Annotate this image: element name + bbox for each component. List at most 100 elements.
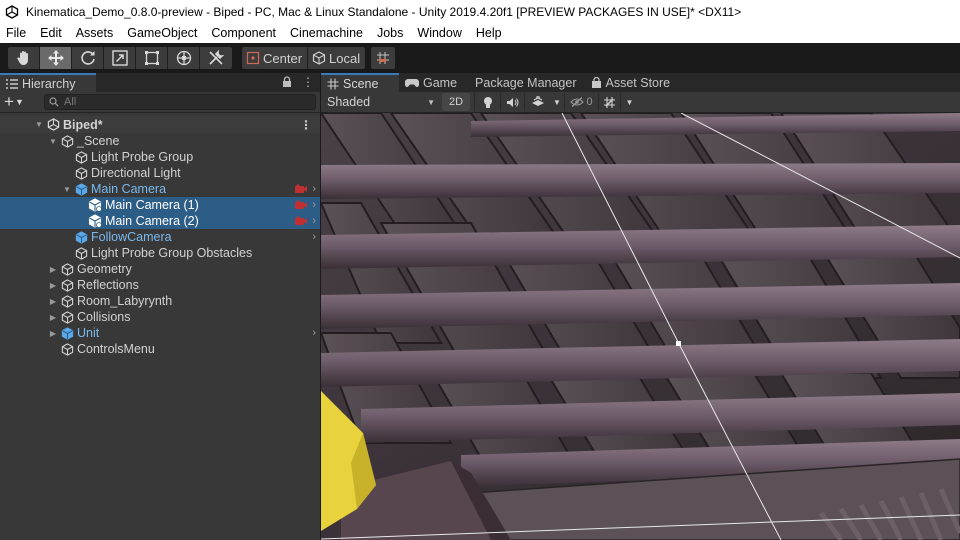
hierarchy-row-room-labyrynth[interactable]: ▶ Room_Labyrynth bbox=[0, 293, 320, 309]
menu-assets[interactable]: Assets bbox=[69, 23, 121, 43]
hierarchy-search-input[interactable]: All bbox=[44, 94, 316, 110]
lock-icon[interactable] bbox=[282, 76, 292, 88]
hierarchy-row-light-probe-group-obstacles[interactable]: Light Probe Group Obstacles bbox=[0, 245, 320, 261]
pivot-mode-label: Center bbox=[263, 50, 303, 66]
hierarchy-row-scene[interactable]: ▼ _Scene bbox=[0, 133, 320, 149]
effects-layers-icon bbox=[531, 96, 544, 106]
expand-arrow-icon[interactable]: ▼ bbox=[62, 184, 72, 194]
custom-tool-button[interactable] bbox=[200, 47, 232, 69]
hierarchy-row-label: ControlsMenu bbox=[77, 342, 155, 356]
menu-edit[interactable]: Edit bbox=[33, 23, 69, 43]
hierarchy-row-label: Main Camera bbox=[91, 182, 167, 196]
arrow-spacer bbox=[62, 168, 72, 178]
hierarchy-row-main-camera-2[interactable]: Main Camera (2) › bbox=[0, 213, 320, 229]
hierarchy-row-reflections[interactable]: ▶ Reflections bbox=[0, 277, 320, 293]
tab-package-manager[interactable]: Package Manager bbox=[465, 73, 584, 92]
hierarchy-row-label: Light Probe Group bbox=[91, 150, 194, 164]
scene-view-toolbar: Shaded ▼ 2D ▼ 0 ▼ bbox=[321, 92, 960, 113]
scene-viewport[interactable] bbox=[321, 113, 960, 540]
menu-gameobject[interactable]: GameObject bbox=[120, 23, 204, 43]
hierarchy-row-label: Collisions bbox=[77, 310, 131, 324]
grid-snap-button[interactable] bbox=[371, 47, 396, 69]
hierarchy-row-light-probe-group[interactable]: Light Probe Group bbox=[0, 149, 320, 165]
toggle-2d-button[interactable]: 2D bbox=[442, 93, 470, 111]
chevron-right-icon[interactable]: › bbox=[312, 183, 316, 195]
move-tool-button[interactable] bbox=[40, 47, 72, 69]
hidden-eye-icon bbox=[570, 97, 585, 107]
search-icon bbox=[49, 97, 59, 107]
audio-toggle[interactable] bbox=[500, 93, 524, 111]
gizmos-dropdown[interactable]: ▼ bbox=[620, 93, 638, 111]
arrow-spacer bbox=[48, 344, 58, 354]
tab-hierarchy[interactable]: Hierarchy bbox=[0, 73, 96, 92]
scale-tool-button[interactable] bbox=[104, 47, 136, 69]
hierarchy-row-unit[interactable]: ▶ Unit › bbox=[0, 325, 320, 341]
local-space-icon bbox=[312, 51, 326, 65]
transform-tools bbox=[8, 47, 232, 69]
menu-file[interactable]: File bbox=[0, 23, 33, 43]
hierarchy-row-collisions[interactable]: ▶ Collisions bbox=[0, 309, 320, 325]
collapse-arrow-icon[interactable]: ▶ bbox=[48, 296, 58, 306]
gameobject-cube-icon bbox=[60, 134, 74, 148]
chevron-right-icon[interactable]: › bbox=[312, 199, 316, 211]
lighting-toggle[interactable] bbox=[474, 93, 500, 111]
menu-window[interactable]: Window bbox=[410, 23, 468, 43]
collapse-arrow-icon[interactable]: ▶ bbox=[48, 328, 58, 338]
collapse-arrow-icon[interactable]: ▶ bbox=[48, 312, 58, 322]
tab-asset-store[interactable]: Asset Store bbox=[585, 73, 679, 92]
effects-dropdown[interactable]: ▼ bbox=[550, 93, 564, 111]
collapse-arrow-icon[interactable]: ▶ bbox=[48, 264, 58, 274]
hierarchy-tab-label: Hierarchy bbox=[22, 76, 76, 91]
transform-tool-icon bbox=[176, 50, 191, 66]
scene-menu-icon[interactable]: ⋮ bbox=[300, 118, 312, 132]
scene-render bbox=[321, 113, 960, 540]
tab-scene-label: Scene bbox=[343, 76, 379, 91]
scene-visibility-toggle[interactable]: 0 bbox=[564, 93, 598, 111]
menu-jobs[interactable]: Jobs bbox=[370, 23, 410, 43]
create-button[interactable]: + ▼ bbox=[4, 92, 38, 112]
expand-arrow-icon[interactable]: ▼ bbox=[34, 120, 44, 130]
arrow-spacer bbox=[76, 200, 86, 210]
gameobject-cube-icon bbox=[74, 246, 88, 260]
tab-scene[interactable]: Scene bbox=[321, 73, 399, 92]
hierarchy-row-main-camera[interactable]: ▼ Main Camera › bbox=[0, 181, 320, 197]
hand-tool-button[interactable] bbox=[8, 47, 40, 69]
chevron-right-icon[interactable]: › bbox=[312, 231, 316, 243]
menu-cinemachine[interactable]: Cinemachine bbox=[283, 23, 370, 43]
rotate-tool-button[interactable] bbox=[72, 47, 104, 69]
hierarchy-row-geometry[interactable]: ▶ Geometry bbox=[0, 261, 320, 277]
camera-gizmo-handle[interactable] bbox=[676, 341, 681, 346]
arrow-spacer bbox=[62, 152, 72, 162]
transform-tool-button[interactable] bbox=[168, 47, 200, 69]
pivot-rotation-button[interactable]: Local bbox=[308, 47, 366, 69]
scene-root-row[interactable]: ▼ Biped* ⋮ bbox=[0, 116, 320, 133]
hierarchy-row-label: Main Camera (1) bbox=[105, 198, 199, 212]
hierarchy-tree: ▼ Biped* ⋮ ▼ _Scene Light Probe Group Direc… bbox=[0, 113, 320, 357]
tab-game[interactable]: Game bbox=[399, 73, 465, 92]
draw-mode-label: Shaded bbox=[327, 95, 371, 109]
draw-mode-dropdown[interactable]: Shaded ▼ bbox=[323, 93, 439, 111]
hierarchy-row-main-camera-1[interactable]: Main Camera (1) › bbox=[0, 197, 320, 213]
chevron-right-icon[interactable]: › bbox=[312, 215, 316, 227]
hierarchy-row-directional-light[interactable]: Directional Light bbox=[0, 165, 320, 181]
expand-arrow-icon[interactable]: ▼ bbox=[48, 136, 58, 146]
dropdown-arrow-icon: ▼ bbox=[14, 97, 24, 107]
effects-toggle[interactable] bbox=[524, 93, 550, 111]
rect-tool-button[interactable] bbox=[136, 47, 168, 69]
menu-component[interactable]: Component bbox=[204, 23, 283, 43]
gameobject-cube-icon bbox=[74, 166, 88, 180]
gizmos-toggle[interactable] bbox=[598, 93, 620, 111]
hierarchy-row-label: Main Camera (2) bbox=[105, 214, 199, 228]
pivot-mode-button[interactable]: Center bbox=[242, 47, 309, 69]
chevron-right-icon[interactable]: › bbox=[312, 327, 316, 339]
hierarchy-row-followcamera[interactable]: FollowCamera › bbox=[0, 229, 320, 245]
menu-help[interactable]: Help bbox=[469, 23, 509, 43]
hierarchy-row-controlsmenu[interactable]: ControlsMenu bbox=[0, 341, 320, 357]
panel-menu-icon[interactable]: ⋮ bbox=[302, 75, 314, 89]
grid-snap-icon bbox=[377, 52, 390, 64]
rect-tool-icon bbox=[144, 51, 159, 65]
collapse-arrow-icon[interactable]: ▶ bbox=[48, 280, 58, 290]
hierarchy-row-label: Reflections bbox=[77, 278, 139, 292]
unity-logo-icon bbox=[4, 4, 20, 20]
gameobject-cube-icon bbox=[60, 310, 74, 324]
